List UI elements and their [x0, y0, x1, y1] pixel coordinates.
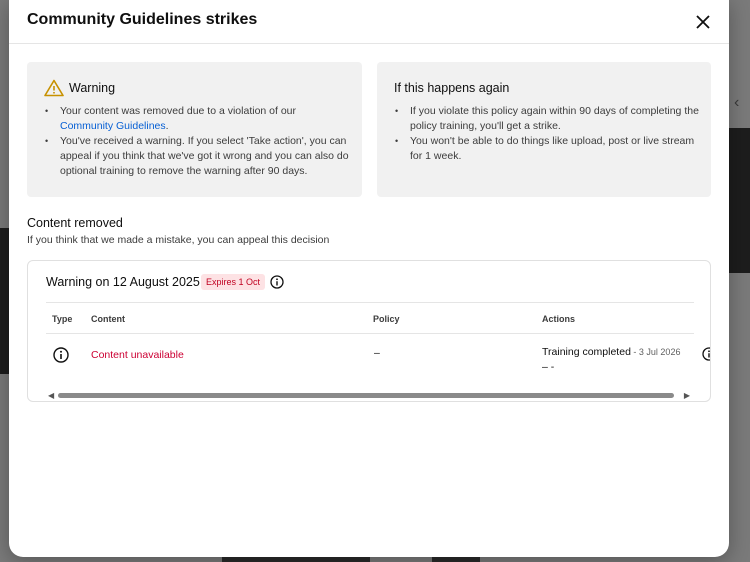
dialog-title: Community Guidelines strikes: [27, 11, 258, 28]
warning-card: Warning Your content was removed due to …: [27, 62, 362, 197]
column-header-type: Type: [52, 314, 73, 324]
background-video-thumbnail: [729, 128, 750, 273]
warning-card-title: Warning: [69, 81, 116, 95]
if-happens-again-card: If this happens again If you violate thi…: [377, 62, 711, 197]
expires-badge: Expires 1 Oct: [201, 274, 266, 290]
actions-cell: Training completed - 3 Jul 2026: [542, 346, 681, 358]
info-icon[interactable]: [270, 275, 284, 289]
scrollbar-thumb[interactable]: [58, 393, 674, 398]
column-header-actions: Actions: [542, 314, 576, 324]
community-guidelines-link[interactable]: Community Guidelines: [60, 120, 166, 132]
background-video-thumbnail: [0, 228, 9, 374]
table-header: Type Content Policy Actions: [46, 302, 694, 334]
close-button[interactable]: [691, 10, 715, 34]
strike-title: Warning on 12 August 2025: [46, 275, 200, 289]
strikes-dialog: Community Guidelines strikes Warning You…: [9, 0, 729, 557]
info-icon[interactable]: [702, 347, 711, 361]
chevron-left-icon: ‹: [734, 94, 740, 111]
scroll-right-arrow[interactable]: ▶: [684, 391, 690, 400]
dialog-header: Community Guidelines strikes: [9, 0, 729, 44]
scroll-left-arrow[interactable]: ◀: [48, 391, 54, 400]
again-card-title: If this happens again: [394, 81, 510, 95]
table-row: Content unavailable – Training completed…: [46, 335, 710, 380]
strike-table-card: Warning on 12 August 2025 Expires 1 Oct …: [27, 260, 711, 402]
list-item: If you violate this policy again within …: [395, 104, 700, 134]
list-item: You won't be able to do things like uplo…: [395, 134, 700, 164]
warning-triangle-icon: [44, 79, 64, 97]
list-item: You've received a warning. If you select…: [45, 134, 350, 179]
close-icon: [696, 15, 710, 29]
info-icon: [53, 347, 69, 363]
column-header-policy: Policy: [373, 314, 400, 324]
content-removed-title: Content removed: [27, 216, 123, 230]
column-header-content: Content: [91, 314, 125, 324]
again-card-list: If you violate this policy again within …: [395, 104, 700, 164]
list-item: Your content was removed due to a violat…: [45, 104, 350, 134]
horizontal-scrollbar[interactable]: ◀ ▶: [46, 391, 694, 400]
content-cell[interactable]: Content unavailable: [91, 349, 184, 361]
content-removed-subtitle: If you think that we made a mistake, you…: [27, 234, 330, 246]
policy-cell: –: [374, 347, 380, 359]
warning-card-list: Your content was removed due to a violat…: [45, 104, 350, 179]
actions-secondary: – -: [542, 361, 555, 373]
